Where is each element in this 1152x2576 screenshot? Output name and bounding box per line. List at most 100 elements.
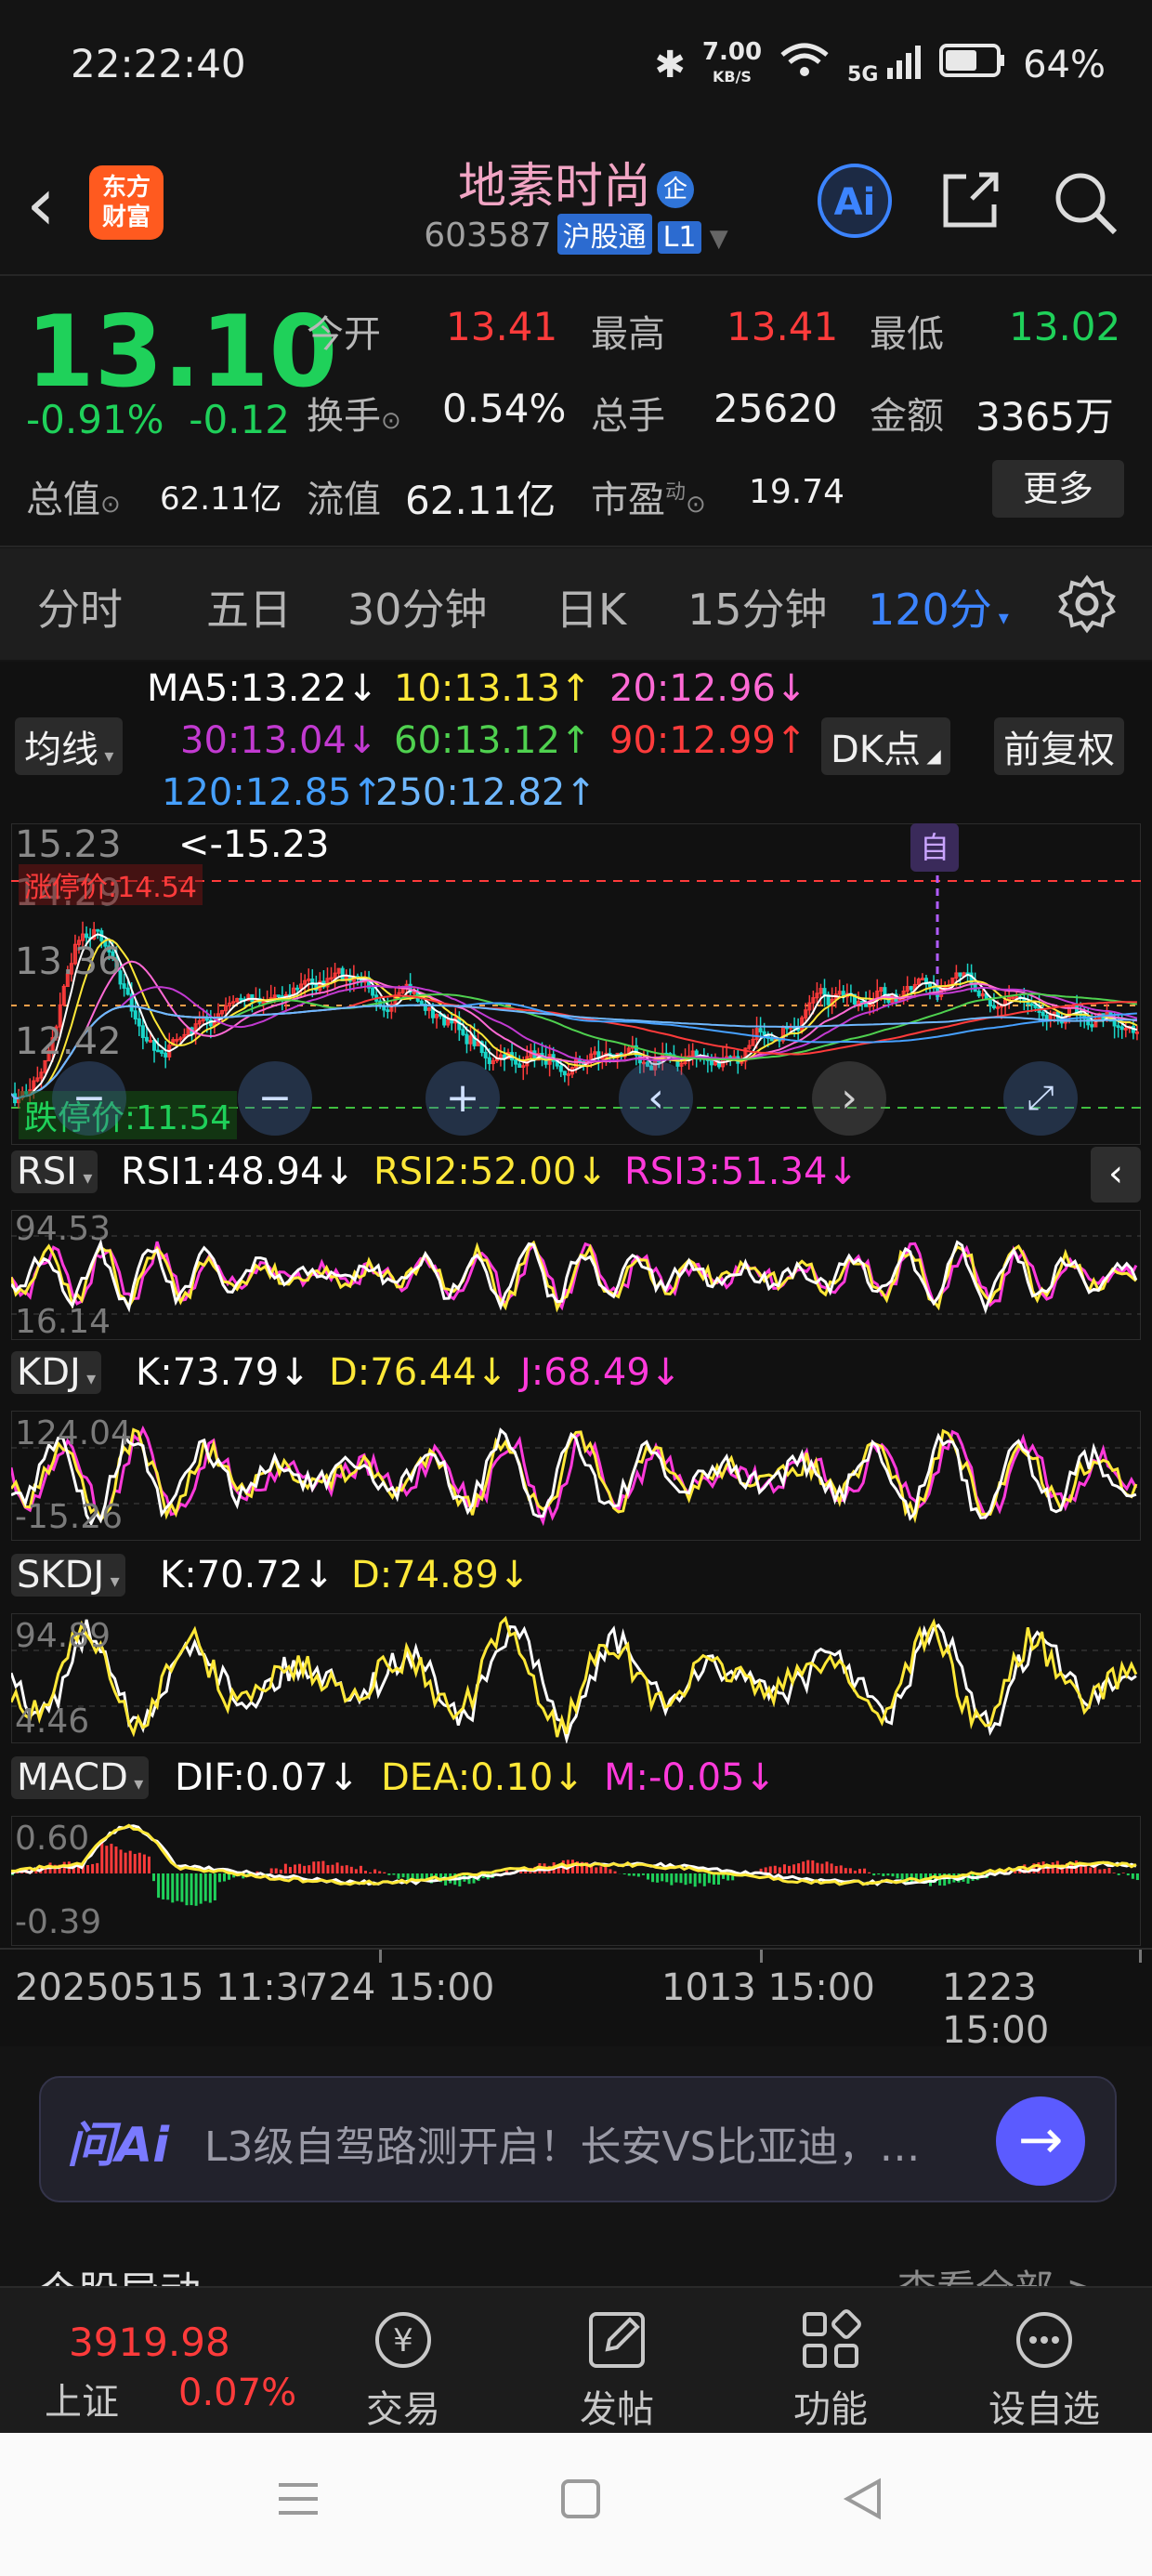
- nav-functions[interactable]: 功能: [766, 2307, 896, 2433]
- more-button[interactable]: 更多: [992, 460, 1124, 518]
- macd-bar: [279, 1869, 282, 1873]
- tab-15min[interactable]: 15分钟: [687, 576, 828, 637]
- candle-body: [461, 1029, 465, 1035]
- macd-bar: [768, 1866, 772, 1873]
- macd-bar: [199, 1873, 203, 1904]
- macd-bar: [166, 1873, 170, 1900]
- macd-bar: [152, 1873, 155, 1882]
- ma-dropdown[interactable]: 均线 ▾: [15, 717, 124, 775]
- float-value: 62.11亿: [405, 478, 556, 523]
- self-select-tag[interactable]: 自: [910, 823, 959, 872]
- ask-ai-banner[interactable]: 问Ai L3级自驾路测开启！长安VS比亚迪，… →: [39, 2076, 1117, 2202]
- kline-chart-area[interactable]: MA5:13.22↓ 10:13.13↑ 20:12.96↓ 均线 ▾ 30:1…: [0, 662, 1152, 2052]
- candle-body: [295, 987, 300, 991]
- macd-bar: [1135, 1873, 1139, 1881]
- macd-bar: [656, 1873, 660, 1883]
- enterprise-badge-icon: 企: [657, 171, 694, 208]
- macd-bar: [114, 1847, 118, 1873]
- tab-daily-k[interactable]: 日K: [556, 576, 626, 637]
- kdj-dropdown[interactable]: KDJ ▾: [11, 1351, 102, 1394]
- amount-label: 金额: [870, 395, 944, 438]
- ai-button[interactable]: Ai: [818, 164, 892, 238]
- macd-bar: [702, 1873, 706, 1886]
- skdj-dropdown[interactable]: SKDJ ▾: [11, 1554, 125, 1597]
- macd-bar: [712, 1873, 715, 1885]
- y-label-3: 13.36: [15, 940, 122, 983]
- nav-post[interactable]: 发帖: [552, 2307, 682, 2433]
- dk-button[interactable]: DK点 ◢: [821, 717, 950, 775]
- macd-bar: [679, 1873, 683, 1884]
- high-value: 13.41: [727, 304, 839, 349]
- macd-dropdown[interactable]: MACD ▾: [11, 1756, 150, 1799]
- index-change[interactable]: 0.07%: [178, 2372, 296, 2414]
- macd-bar: [1131, 1873, 1134, 1879]
- macd-plot: [11, 1816, 1141, 1946]
- scroll-left-button[interactable]: ‹: [619, 1061, 693, 1136]
- macd-bar: [180, 1873, 184, 1902]
- tab-30min[interactable]: 30分钟: [347, 576, 488, 637]
- fullscreen-icon[interactable]: ⤢: [1003, 1061, 1078, 1136]
- tab-120min[interactable]: 120分 ▾: [868, 576, 1009, 637]
- macd-bar: [670, 1873, 674, 1886]
- zoom-in-button[interactable]: +: [425, 1061, 500, 1136]
- battery-percent: 64%: [1023, 43, 1106, 86]
- rsi-top-label: 94.53: [15, 1210, 111, 1248]
- macd-bar: [133, 1853, 137, 1873]
- macd-bar: [806, 1860, 810, 1873]
- back-triangle-icon[interactable]: [840, 2476, 886, 2526]
- rsi3-value: RSI3:51.34↓: [624, 1150, 858, 1193]
- macd-bar: [622, 1873, 626, 1875]
- candle-body: [558, 1065, 563, 1072]
- macd-bar: [294, 1864, 296, 1873]
- search-icon[interactable]: [1050, 167, 1120, 238]
- macd-bar: [1117, 1873, 1120, 1875]
- candle-body: [909, 986, 913, 991]
- macd-bar: [891, 1873, 895, 1877]
- ask-ai-prompt: L3级自驾路测开启！长安VS比亚迪，…: [204, 2123, 921, 2171]
- macd-bar: [688, 1873, 692, 1884]
- macd-bar: [208, 1873, 212, 1903]
- tab-intraday[interactable]: 分时: [37, 576, 123, 637]
- candle-body: [694, 1050, 699, 1057]
- net-speed: 7.00 KB/S: [701, 38, 763, 85]
- share-icon[interactable]: [938, 167, 1003, 232]
- rsi-dropdown[interactable]: RSI ▾: [11, 1150, 98, 1193]
- macd-bar: [312, 1861, 316, 1873]
- price-adjust-button[interactable]: 前复权: [994, 717, 1124, 775]
- home-icon[interactable]: [557, 2476, 604, 2526]
- macd-bar: [213, 1873, 216, 1900]
- settings-gear-icon[interactable]: [1057, 574, 1117, 634]
- candle-body: [514, 1058, 518, 1065]
- collapse-panel-icon[interactable]: ‹: [1091, 1147, 1141, 1203]
- index-name[interactable]: 上证: [45, 2372, 119, 2425]
- tab-five-day[interactable]: 五日: [206, 576, 292, 637]
- arrow-right-icon[interactable]: →: [996, 2096, 1085, 2186]
- macd-bar: [782, 1864, 786, 1873]
- macd-bar: [223, 1873, 226, 1882]
- macd-bar: [816, 1862, 819, 1873]
- skdj-d-value: D:74.89↓: [351, 1554, 530, 1597]
- scroll-right-button[interactable]: ›: [812, 1061, 886, 1136]
- candle-body: [562, 1071, 567, 1076]
- nav-add-watchlist[interactable]: 设自选: [979, 2307, 1109, 2433]
- kdj-k-value: K:73.79↓: [136, 1351, 310, 1394]
- macd-bar: [298, 1863, 302, 1873]
- candle-body: [1029, 1003, 1034, 1006]
- index-value[interactable]: 3919.98: [69, 2320, 230, 2365]
- macd-bar: [853, 1870, 857, 1873]
- candle-body: [371, 987, 375, 996]
- macd-bar: [185, 1873, 189, 1906]
- macd-bar: [599, 1866, 603, 1873]
- macd-bar: [641, 1873, 645, 1875]
- macd-bar: [217, 1873, 221, 1883]
- volume-label: 总手: [591, 395, 665, 438]
- nav-trade[interactable]: ¥ 交易: [338, 2307, 468, 2433]
- zoom-out-button[interactable]: −: [52, 1061, 126, 1136]
- pe-value: 19.74: [749, 473, 845, 511]
- turnover-value: 0.54%: [442, 386, 567, 431]
- amount-value: 3365万: [975, 394, 1114, 440]
- menu-icon[interactable]: [275, 2476, 321, 2526]
- turnover-label: 换手⊙: [307, 395, 401, 438]
- stock-header: ‹ 东方 财富 地素时尚企 603587 沪股通 L1 ▼ Ai: [0, 139, 1152, 276]
- zoom-minus-button[interactable]: −: [238, 1061, 312, 1136]
